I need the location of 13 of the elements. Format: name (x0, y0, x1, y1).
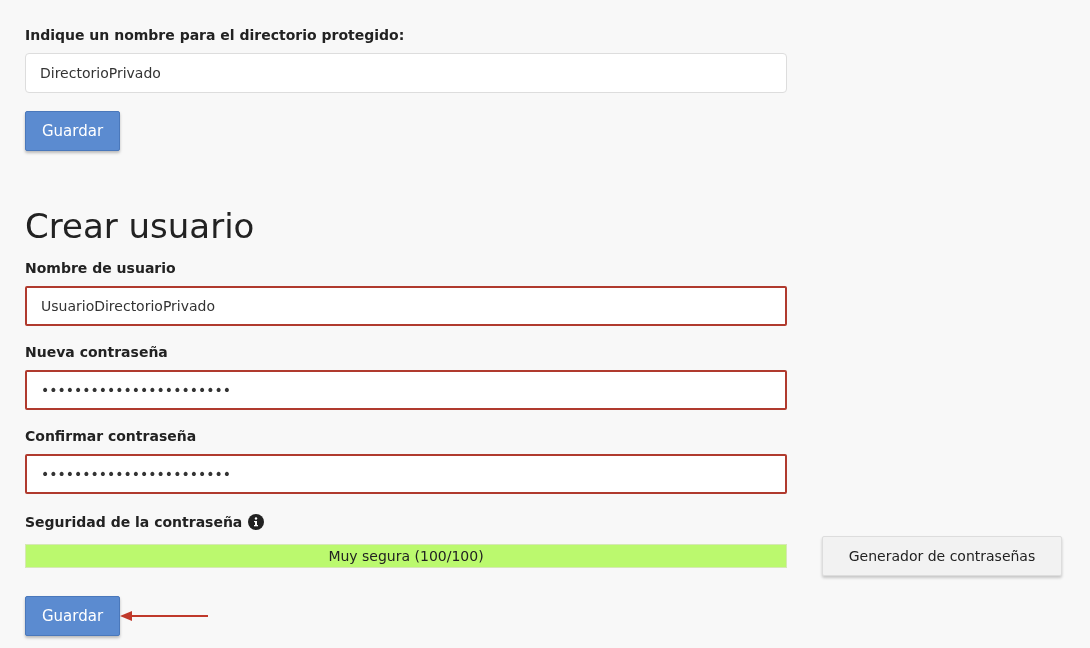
password-generator-button[interactable]: Generador de contraseñas (822, 536, 1062, 576)
input-field[interactable]: ••••••••••••••••••••••• (25, 370, 787, 410)
field-label: Indique un nombre para el directorio protegido: (25, 27, 406, 45)
field-label: Confirmar contraseña (25, 428, 198, 446)
input-field[interactable]: ••••••••••••••••••••••• (25, 454, 787, 494)
field-label: Nombre de usuario (25, 260, 177, 278)
section-title: Crear usuario (25, 206, 256, 246)
input-field[interactable]: UsuarioDirectorioPrivado (25, 286, 787, 326)
field-label: Nueva contraseña (25, 344, 169, 362)
info-icon[interactable] (248, 514, 265, 530)
input-field[interactable]: DirectorioPrivado (25, 53, 787, 93)
field-label: Seguridad de la contraseña (25, 514, 243, 530)
strength-reading: Muy segura (100/100) (327, 547, 485, 566)
